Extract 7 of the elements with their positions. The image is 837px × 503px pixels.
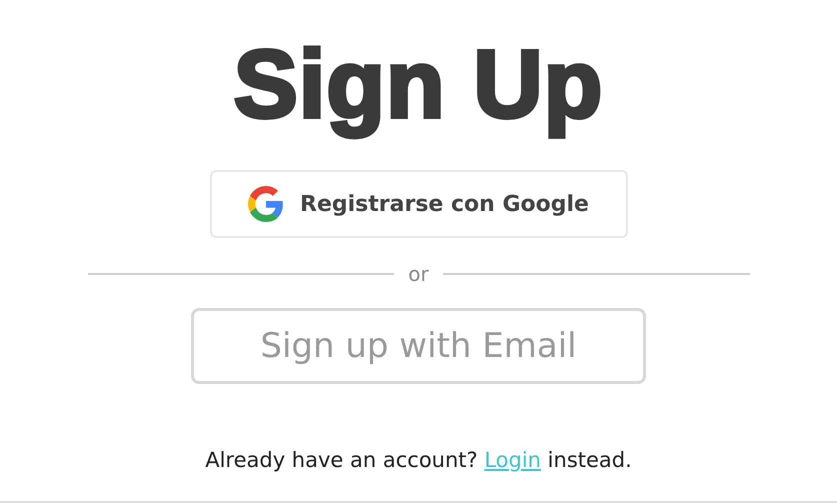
email-signup-button[interactable]: Sign up with Email xyxy=(191,308,646,384)
login-prompt: Already have an account? Login instead. xyxy=(205,448,632,472)
google-signup-button[interactable]: Registrarse con Google xyxy=(210,170,628,238)
login-link[interactable]: Login xyxy=(484,448,541,472)
page-title: Sign Up xyxy=(234,30,604,140)
google-icon xyxy=(248,186,284,222)
divider-label: or xyxy=(408,262,429,286)
